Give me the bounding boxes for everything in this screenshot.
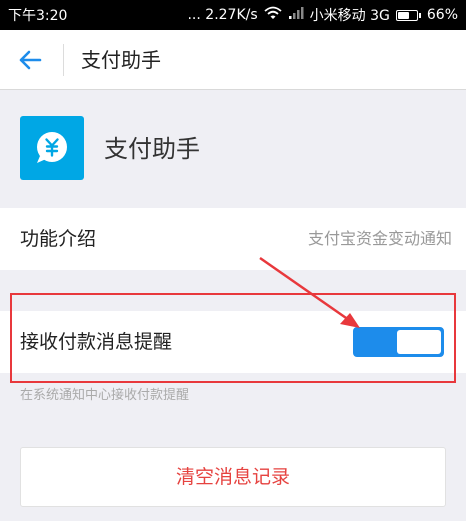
navigation-bar: 支付助手 [0,30,466,90]
feature-intro-value: 支付宝资金变动通知 [307,229,452,248]
status-right: ... 2.27K/s 小米移动 3G 66% [187,5,458,25]
page-title: 支付助手 [81,48,161,72]
status-time: 下午3:20 [8,8,68,24]
payment-notification-row: 接收付款消息提醒 [0,311,466,373]
battery-percent: 66% [426,7,458,23]
app-name: 支付助手 [104,135,200,163]
feature-intro-row[interactable]: 功能介绍 支付宝资金变动通知 [0,208,466,270]
signal-icon [288,6,304,24]
payment-notification-label: 接收付款消息提醒 [20,331,173,353]
clear-message-history-button[interactable]: 清空消息记录 [20,447,446,507]
carrier-name: 小米移动 3G [309,8,390,24]
yuan-chat-bubble-icon [20,116,84,180]
arrow-left-icon [19,50,42,70]
network-speed: ... 2.27K/s [187,7,258,23]
wifi-icon [264,6,282,24]
payment-notification-hint: 在系统通知中心接收付款提醒 [20,388,190,403]
battery-icon [395,9,421,21]
status-bar: 下午3:20 ... 2.27K/s 小米移动 3G 66% [0,0,466,30]
app-header: 支付助手 [0,90,466,208]
toggle-knob [397,330,441,354]
back-button[interactable] [16,46,44,74]
feature-intro-label: 功能介绍 [20,228,97,250]
nav-divider [63,44,64,76]
payment-notification-toggle[interactable] [353,327,444,357]
